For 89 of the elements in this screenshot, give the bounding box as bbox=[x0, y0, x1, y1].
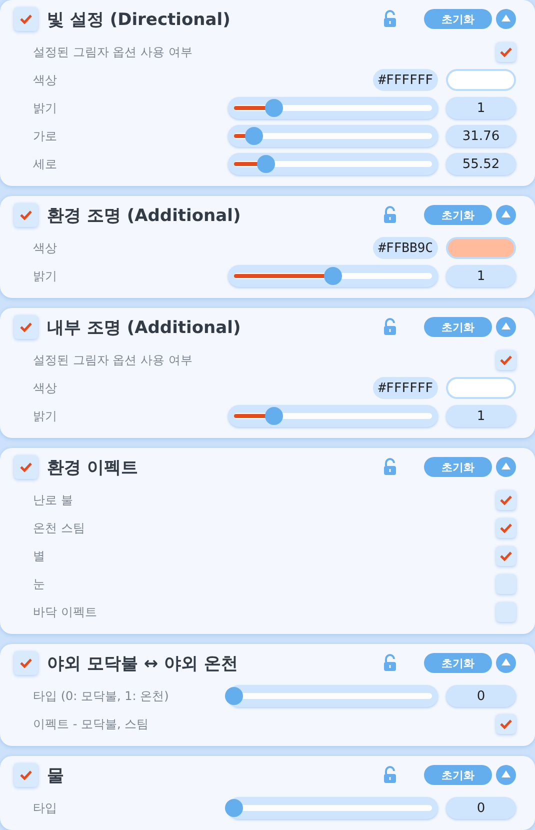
setting-label: 밝기 bbox=[33, 268, 58, 284]
checkmark-icon bbox=[499, 522, 513, 534]
setting-label: 설정된 그림자 옵션 사용 여부 bbox=[33, 44, 194, 60]
slider[interactable] bbox=[228, 797, 438, 819]
slider[interactable] bbox=[228, 97, 438, 119]
unlocked-padlock-icon[interactable] bbox=[383, 766, 397, 784]
setting-label: 별 bbox=[33, 548, 46, 564]
setting-label: 바닥 이펙트 bbox=[33, 604, 98, 620]
unlocked-padlock-icon[interactable] bbox=[383, 458, 397, 476]
setting-label: 설정된 그림자 옵션 사용 여부 bbox=[33, 352, 194, 368]
enable-checkbox[interactable] bbox=[14, 315, 38, 339]
enable-checkbox[interactable] bbox=[14, 7, 38, 31]
color-swatch[interactable] bbox=[446, 69, 516, 91]
slider-thumb[interactable] bbox=[256, 155, 275, 173]
slider-thumb[interactable] bbox=[244, 127, 263, 145]
setting-label: 색상 bbox=[33, 380, 58, 396]
panel-title: 환경 조명 (Additional) bbox=[47, 204, 242, 226]
collapse-icon[interactable] bbox=[496, 765, 516, 785]
collapse-icon[interactable] bbox=[496, 9, 516, 29]
unlocked-padlock-icon[interactable] bbox=[383, 206, 397, 224]
checkbox[interactable] bbox=[496, 518, 516, 538]
setting-label: 밝기 bbox=[33, 100, 58, 116]
enable-checkbox[interactable] bbox=[14, 651, 38, 675]
slider-thumb[interactable] bbox=[324, 267, 342, 285]
checkmark-icon bbox=[19, 321, 33, 333]
hex-field[interactable]: #FFFFFF bbox=[373, 69, 438, 91]
hex-field[interactable]: #FFFFFF bbox=[373, 377, 438, 399]
slider-thumb[interactable] bbox=[225, 687, 243, 705]
value-field[interactable]: 0 bbox=[446, 685, 516, 707]
collapse-icon[interactable] bbox=[496, 317, 516, 337]
setting-label: 이펙트 - 모닥불, 스팀 bbox=[33, 716, 150, 732]
setting-label: 밝기 bbox=[33, 408, 58, 424]
checkbox[interactable] bbox=[496, 42, 516, 62]
value-field[interactable]: 55.52 bbox=[446, 153, 516, 175]
value-field[interactable]: 31.76 bbox=[446, 125, 516, 147]
checkmark-icon bbox=[499, 718, 513, 730]
checkbox[interactable] bbox=[496, 490, 516, 510]
checkmark-icon bbox=[499, 354, 513, 366]
unlocked-padlock-icon[interactable] bbox=[383, 654, 397, 672]
slider-thumb[interactable] bbox=[264, 407, 283, 425]
hex-field[interactable]: #FFBB9C bbox=[373, 237, 438, 259]
value-field[interactable]: 1 bbox=[446, 405, 516, 427]
setting-label: 눈 bbox=[33, 576, 46, 592]
checkmark-icon bbox=[499, 494, 513, 506]
color-swatch[interactable] bbox=[446, 377, 516, 399]
enable-checkbox[interactable] bbox=[14, 455, 38, 479]
collapse-icon[interactable] bbox=[496, 653, 516, 673]
collapse-icon[interactable] bbox=[496, 205, 516, 225]
color-swatch[interactable] bbox=[446, 237, 516, 259]
checkmark-icon bbox=[19, 461, 33, 473]
enable-checkbox[interactable] bbox=[14, 203, 38, 227]
panel-title: 빛 설정 (Directional) bbox=[47, 8, 232, 30]
checkmark-icon bbox=[19, 769, 33, 781]
value-field[interactable]: 1 bbox=[446, 97, 516, 119]
checkmark-icon bbox=[19, 209, 33, 221]
checkbox[interactable] bbox=[496, 350, 516, 370]
slider[interactable] bbox=[228, 125, 438, 147]
checkmark-icon bbox=[499, 550, 513, 562]
collapse-icon[interactable] bbox=[496, 457, 516, 477]
setting-label: 난로 불 bbox=[33, 492, 74, 508]
setting-label: 세로 bbox=[33, 156, 58, 172]
checkmark-icon bbox=[19, 657, 33, 669]
checkbox[interactable] bbox=[496, 574, 516, 594]
setting-label: 온천 스팀 bbox=[33, 520, 86, 536]
checkbox[interactable] bbox=[496, 602, 516, 622]
slider-thumb[interactable] bbox=[264, 99, 283, 117]
setting-label: 타입 (0: 모닥불, 1: 온천) bbox=[33, 688, 170, 704]
setting-label: 타입 bbox=[33, 800, 58, 816]
slider[interactable] bbox=[228, 153, 438, 175]
value-field[interactable]: 0 bbox=[446, 797, 516, 819]
panel-title: 환경 이펙트 bbox=[47, 456, 139, 478]
value-field[interactable]: 1 bbox=[446, 265, 516, 287]
panel-title: 물 bbox=[47, 764, 65, 786]
slider[interactable] bbox=[228, 685, 438, 707]
panel-title: 내부 조명 (Additional) bbox=[47, 316, 242, 338]
enable-checkbox[interactable] bbox=[14, 763, 38, 787]
slider[interactable] bbox=[228, 405, 438, 427]
unlocked-padlock-icon[interactable] bbox=[383, 318, 397, 336]
slider-thumb[interactable] bbox=[225, 799, 243, 817]
panel-title: 야외 모닥불 ↔ 야외 온천 bbox=[47, 652, 239, 674]
setting-label: 색상 bbox=[33, 72, 58, 88]
slider[interactable] bbox=[228, 265, 438, 287]
unlocked-padlock-icon[interactable] bbox=[383, 10, 397, 28]
checkbox[interactable] bbox=[496, 714, 516, 734]
setting-label: 가로 bbox=[33, 128, 58, 144]
setting-label: 색상 bbox=[33, 240, 58, 256]
checkmark-icon bbox=[499, 46, 513, 58]
checkbox[interactable] bbox=[496, 546, 516, 566]
checkmark-icon bbox=[19, 13, 33, 25]
